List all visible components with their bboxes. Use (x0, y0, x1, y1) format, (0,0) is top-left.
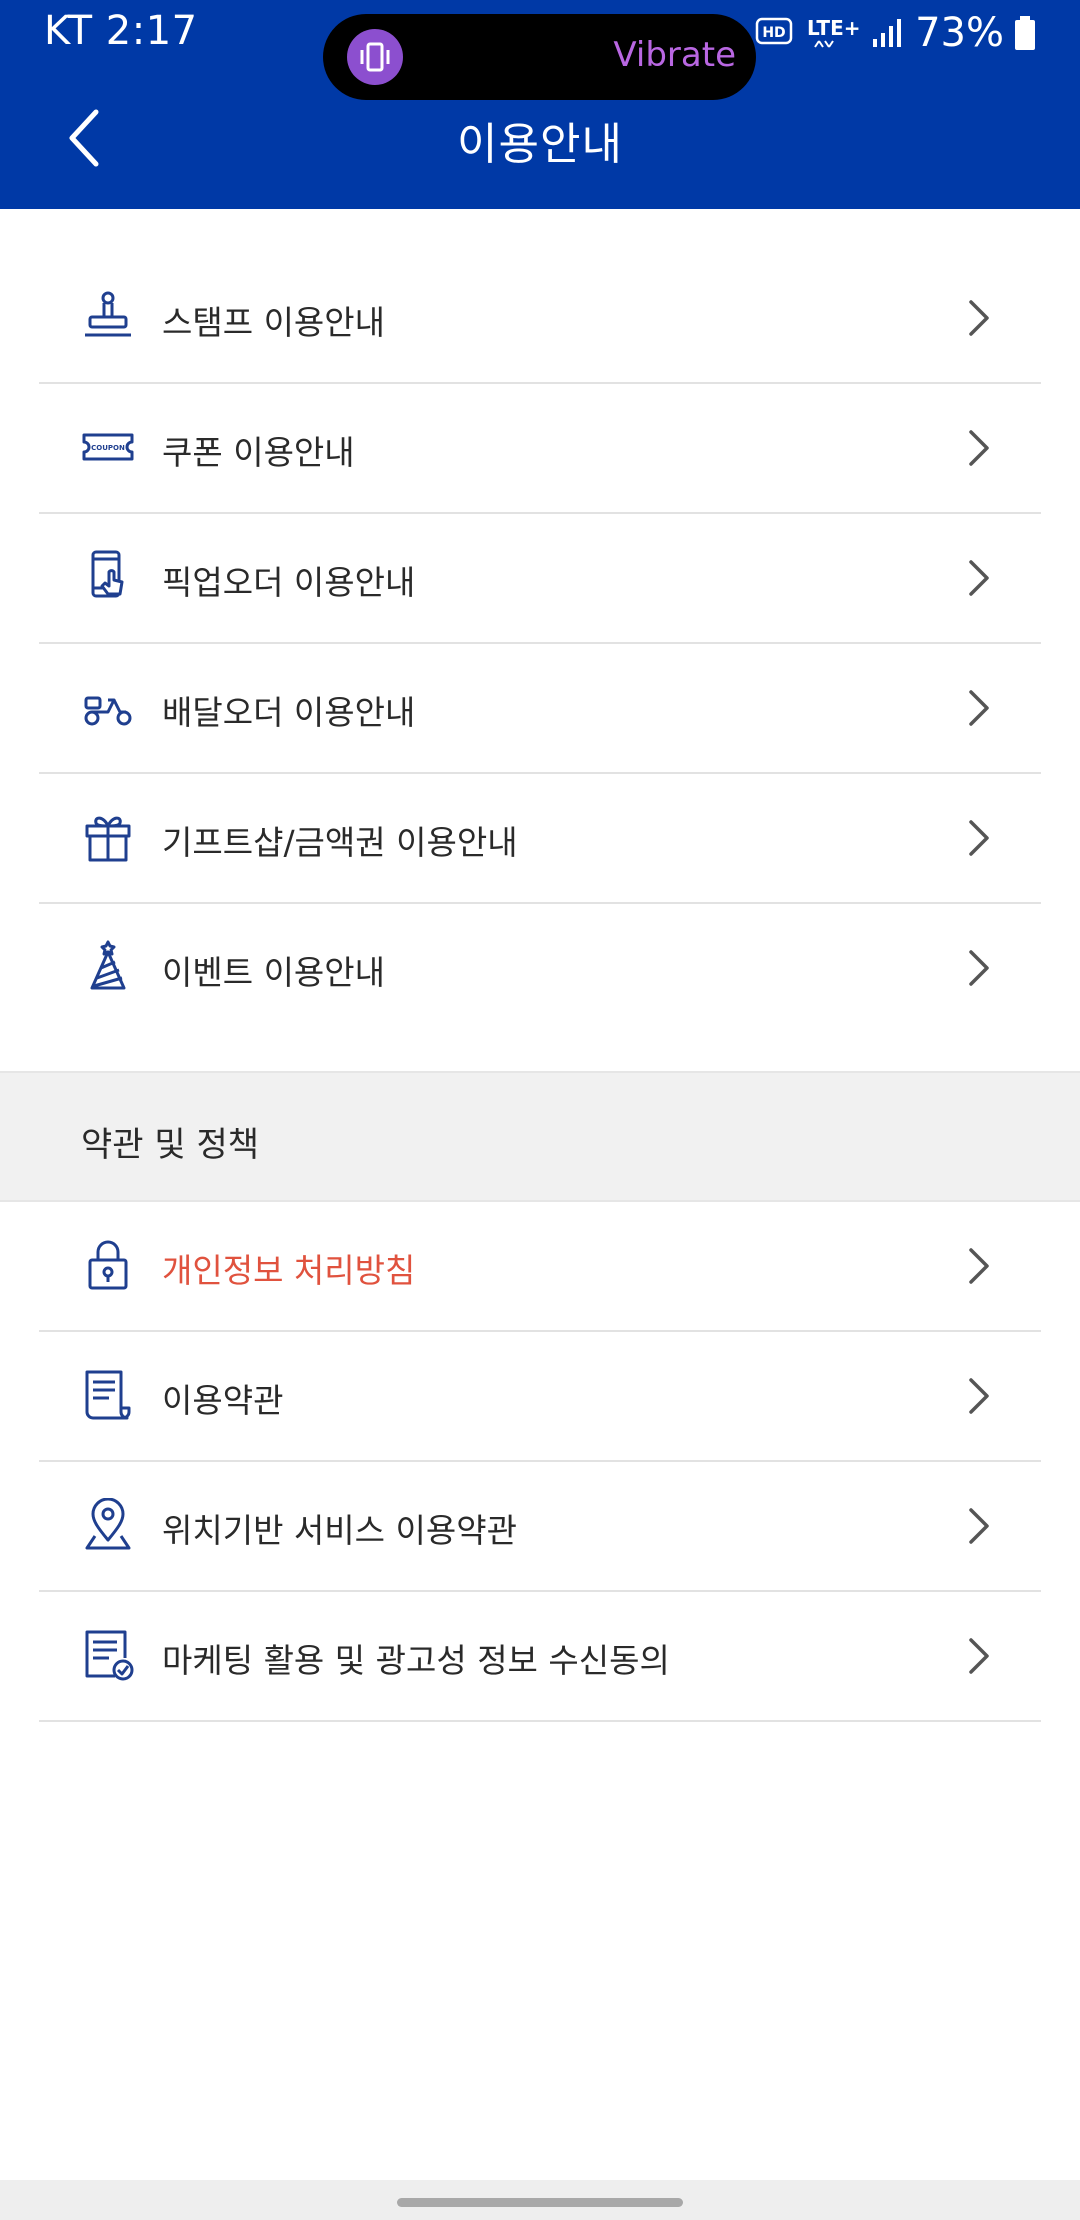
section-title: 약관 및 정책 (81, 1125, 260, 1165)
home-handle[interactable] (397, 2198, 683, 2207)
battery-icon (1015, 16, 1035, 50)
guide-item-label: 쿠폰 이용안내 (162, 433, 355, 472)
page-title: 이용안내 (457, 119, 623, 170)
guide-item-giftshop[interactable]: 기프트샵/금액권 이용안내 (39, 774, 1041, 904)
chevron-right-icon (969, 430, 989, 466)
guide-item-stamp[interactable]: 스탬프 이용안내 (39, 254, 1041, 384)
guide-item-label: 개인정보 처리방침 (162, 1251, 416, 1290)
policy-list: 개인정보 처리방침 이용약관 위치기반 서비스 이용약관 마케팅 활용 및 광고… (0, 1202, 1080, 1722)
scooter-icon (84, 696, 132, 726)
chevron-right-icon (969, 300, 989, 336)
chevron-right-icon (969, 1378, 989, 1414)
lte-label: LTE+ (807, 16, 861, 40)
policy-item-location[interactable]: 위치기반 서비스 이용약관 (39, 1462, 1041, 1592)
checklist-icon (85, 1630, 134, 1681)
chevron-right-icon (969, 690, 989, 726)
phone-tap-icon (91, 550, 124, 598)
guide-item-label: 이용약관 (162, 1381, 284, 1420)
coupon-icon-text: COUPON (91, 444, 125, 452)
guide-item-pickup[interactable]: 픽업오더 이용안내 (39, 514, 1041, 644)
guide-item-delivery[interactable]: 배달오더 이용안내 (39, 644, 1041, 774)
coupon-icon: COUPON (82, 433, 134, 461)
guide-item-label: 픽업오더 이용안내 (162, 563, 416, 602)
document-icon (85, 1370, 131, 1420)
chevron-right-icon (969, 1248, 989, 1284)
stamp-icon (85, 291, 131, 337)
hd-icon: HD (755, 17, 793, 45)
status-icons: HD LTE+ 73% (707, 8, 1036, 58)
guide-item-label: 마케팅 활용 및 광고성 정보 수신동의 (162, 1641, 670, 1680)
policy-section-header: 약관 및 정책 (0, 1071, 1080, 1202)
chevron-right-icon (969, 1638, 989, 1674)
lte-icon: LTE+ (807, 16, 861, 48)
guide-item-label: 스탬프 이용안내 (162, 303, 386, 342)
chevron-right-icon (969, 560, 989, 596)
vibrate-icon (347, 29, 403, 85)
policy-item-privacy[interactable]: 개인정보 처리방침 (39, 1202, 1041, 1332)
party-hat-icon (90, 940, 126, 990)
status-carrier-time: KT 2:17 (44, 8, 198, 54)
policy-item-marketing[interactable]: 마케팅 활용 및 광고성 정보 수신동의 (39, 1592, 1041, 1722)
chevron-right-icon (969, 1508, 989, 1544)
guide-item-coupon[interactable]: COUPON 쿠폰 이용안내 (39, 384, 1041, 514)
lock-icon (88, 1240, 128, 1290)
vibrate-pill[interactable]: Vibrate (323, 14, 756, 100)
signal-icon (873, 19, 902, 47)
guide-item-label: 위치기반 서비스 이용약관 (162, 1511, 517, 1550)
guide-item-label: 이벤트 이용안내 (162, 953, 386, 992)
guide-list: 스탬프 이용안내 COUPON 쿠폰 이용안내 픽업오더 이용안내 배달오더 이… (0, 254, 1080, 1032)
guide-item-event[interactable]: 이벤트 이용안내 (39, 904, 1041, 1032)
system-nav-bar (0, 2180, 1080, 2220)
app-header: KT 2:17 HD LTE+ 73% Vibrate 이용안내 (0, 0, 1080, 209)
battery-percent: 73% (915, 10, 1004, 56)
vibrate-label: Vibrate (613, 35, 736, 75)
chevron-right-icon (969, 820, 989, 856)
policy-item-terms[interactable]: 이용약관 (39, 1332, 1041, 1462)
location-pin-icon (85, 1498, 131, 1550)
gift-icon (85, 816, 131, 862)
hd-label: HD (762, 25, 785, 41)
chevron-right-icon (969, 950, 989, 986)
guide-item-label: 배달오더 이용안내 (162, 693, 416, 732)
guide-item-label: 기프트샵/금액권 이용안내 (162, 823, 518, 862)
